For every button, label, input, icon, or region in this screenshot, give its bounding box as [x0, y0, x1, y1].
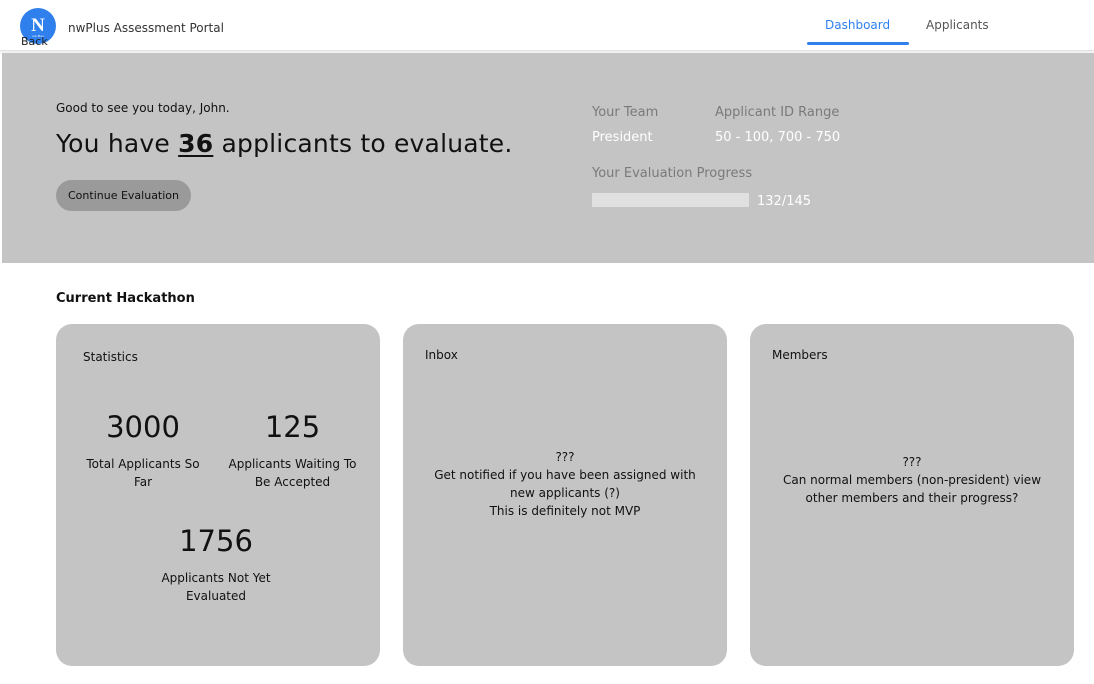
not-evaluated-value: 1756 — [179, 524, 253, 558]
waiting-applicants-label: Applicants Waiting To Be Accepted — [228, 457, 357, 489]
progress-label: Your Evaluation Progress — [592, 166, 753, 181]
members-note: ??? Can normal members (non-president) v… — [782, 455, 1042, 505]
not-evaluated-stat: 1756 Applicants Not Yet Evaluated — [156, 523, 276, 605]
inbox-title: Inbox — [425, 348, 458, 362]
members-title: Members — [772, 348, 828, 362]
tab-applicants[interactable]: Applicants — [926, 18, 989, 32]
section-title: Current Hackathon — [56, 291, 195, 306]
evaluation-progress-bar — [592, 193, 749, 207]
team-label: Your Team — [592, 105, 659, 120]
app-title: nwPlus Assessment Portal — [68, 21, 224, 35]
team-value: President — [592, 130, 653, 145]
back-link[interactable]: Back — [21, 36, 48, 48]
headline-prefix: You have — [56, 129, 170, 158]
greeting-text: Good to see you today, John. — [56, 101, 230, 115]
continue-evaluation-button[interactable]: Continue Evaluation — [56, 180, 191, 211]
total-applicants-value: 3000 — [106, 410, 180, 444]
total-applicants-label: Total Applicants So Far — [86, 457, 200, 489]
progress-count: 132/145 — [757, 194, 812, 209]
statistics-card: Statistics 3000 Total Applicants So Far … — [56, 324, 380, 666]
inbox-card: Inbox ??? Get notified if you have been … — [403, 324, 727, 666]
logo-mark: N — [31, 14, 45, 36]
progress-fill — [592, 193, 735, 207]
active-tab-indicator — [807, 42, 909, 45]
top-nav-bar: N nw Plus Back nwPlus Assessment Portal … — [0, 0, 1094, 51]
id-range-value: 50 - 100, 700 - 750 — [715, 130, 841, 145]
members-card: Members ??? Can normal members (non-pres… — [750, 324, 1074, 666]
id-range-label: Applicant ID Range — [715, 105, 840, 120]
inbox-note: ??? Get notified if you have been assign… — [434, 450, 696, 518]
total-applicants-stat: 3000 Total Applicants So Far — [83, 409, 203, 491]
welcome-banner: Good to see you today, John. You have 36… — [2, 53, 1094, 263]
applicant-count: 36 — [178, 129, 214, 158]
headline-suffix: applicants to evaluate. — [221, 129, 513, 158]
waiting-applicants-stat: 125 Applicants Waiting To Be Accepted — [226, 409, 359, 491]
evaluation-headline: You have 36 applicants to evaluate. — [56, 129, 513, 158]
waiting-applicants-value: 125 — [264, 410, 321, 444]
not-evaluated-label: Applicants Not Yet Evaluated — [161, 571, 271, 603]
statistics-title: Statistics — [83, 350, 138, 364]
tab-dashboard[interactable]: Dashboard — [825, 18, 890, 32]
